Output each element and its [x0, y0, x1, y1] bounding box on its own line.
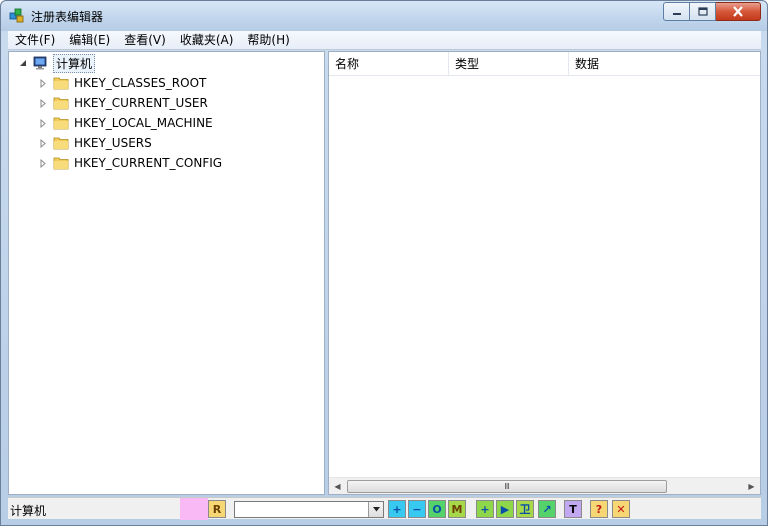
- values-pane[interactable]: 名称 类型 数据 ◀ Ⅲ ▶: [328, 51, 761, 495]
- r-button[interactable]: R: [208, 500, 226, 518]
- expand-arrow-icon[interactable]: [38, 98, 47, 108]
- scroll-right-icon[interactable]: ▶: [743, 478, 760, 495]
- tree-item-hkey-classes-root[interactable]: HKEY_CLASSES_ROOT: [38, 74, 206, 92]
- horizontal-scrollbar[interactable]: ◀ Ⅲ ▶: [329, 477, 760, 494]
- tree-item-hkey-users[interactable]: HKEY_USERS: [38, 134, 152, 152]
- tree-item-label: HKEY_CLASSES_ROOT: [74, 76, 207, 90]
- menu-help[interactable]: 帮助(H): [240, 31, 296, 50]
- r-icon: R: [212, 502, 222, 516]
- title-bar[interactable]: 注册表编辑器: [1, 1, 767, 31]
- close-button[interactable]: [716, 2, 761, 21]
- m-button[interactable]: M: [448, 500, 466, 518]
- column-header-type[interactable]: 类型: [449, 52, 569, 76]
- scroll-left-icon[interactable]: ◀: [329, 478, 346, 495]
- computer-icon: [33, 56, 47, 70]
- minus-button[interactable]: −: [408, 500, 426, 518]
- m-icon: M: [451, 502, 463, 516]
- folder-icon: [53, 137, 69, 150]
- wei-icon: 卫: [519, 503, 531, 516]
- plus-button[interactable]: +: [388, 500, 406, 518]
- tree-item-computer[interactable]: 计算机: [18, 53, 96, 73]
- folder-icon: [53, 97, 69, 110]
- column-header-data[interactable]: 数据: [569, 52, 760, 76]
- expand-arrow-icon[interactable]: [38, 138, 47, 148]
- play-icon: ▶: [500, 502, 510, 516]
- registry-editor-window: 注册表编辑器 文件(F) 编辑(E) 查看(V) 收藏夹(A) 帮助(H) 计算…: [0, 0, 768, 526]
- search-combo[interactable]: [234, 501, 384, 518]
- status-path: 计算机: [10, 504, 47, 518]
- close-red-icon: ✕: [616, 502, 626, 516]
- tree-item-label: 计算机: [53, 53, 96, 73]
- maximize-button[interactable]: [690, 2, 716, 21]
- window-title: 注册表编辑器: [31, 10, 104, 24]
- collapse-arrow-icon[interactable]: [18, 59, 27, 68]
- minimize-button[interactable]: [663, 2, 690, 21]
- o-icon: O: [432, 502, 442, 516]
- help-red-icon: ?: [595, 502, 603, 516]
- folder-icon: [53, 157, 69, 170]
- tree-item-label: HKEY_CURRENT_CONFIG: [74, 156, 223, 170]
- expand-arrow-icon[interactable]: [38, 78, 47, 88]
- wei-button[interactable]: 卫: [516, 500, 534, 518]
- tree-item-label: HKEY_USERS: [74, 136, 152, 150]
- arrow-button[interactable]: ↗: [538, 500, 556, 518]
- menu-file[interactable]: 文件(F): [8, 31, 62, 50]
- list-header: 名称 类型 数据: [329, 52, 760, 76]
- minimize-icon: [672, 12, 681, 15]
- tree-item-hkey-current-config[interactable]: HKEY_CURRENT_CONFIG: [38, 154, 222, 172]
- tree-item-hkey-current-user[interactable]: HKEY_CURRENT_USER: [38, 94, 208, 112]
- add-green-icon: +: [480, 502, 490, 516]
- plus-icon: +: [392, 502, 402, 516]
- tree-item-label: HKEY_LOCAL_MACHINE: [74, 116, 213, 130]
- status-panel: [180, 498, 208, 520]
- play-button[interactable]: ▶: [496, 500, 514, 518]
- help-red-button[interactable]: ?: [590, 500, 608, 518]
- combo-dropdown-icon[interactable]: [368, 502, 383, 517]
- t-button[interactable]: T: [564, 500, 582, 518]
- scroll-thumb[interactable]: Ⅲ: [347, 480, 667, 493]
- registry-editor-app-icon: [9, 8, 24, 23]
- expand-arrow-icon[interactable]: [38, 118, 47, 128]
- tree-item-hkey-local-machine[interactable]: HKEY_LOCAL_MACHINE: [38, 114, 213, 132]
- maximize-icon: [697, 6, 708, 16]
- column-header-name[interactable]: 名称: [329, 52, 449, 76]
- arrow-icon: ↗: [542, 502, 552, 516]
- t-icon: T: [569, 502, 577, 516]
- close-icon: [733, 6, 743, 17]
- menu-view[interactable]: 查看(V): [117, 31, 173, 50]
- tree-pane[interactable]: 计算机 HKEY_CLASSES_ROOT HKEY_CURRENT_USER …: [8, 51, 325, 495]
- menu-favorites[interactable]: 收藏夹(A): [173, 31, 241, 50]
- minus-icon: −: [412, 502, 422, 516]
- expand-arrow-icon[interactable]: [38, 158, 47, 168]
- folder-icon: [53, 117, 69, 130]
- menu-bar: 文件(F) 编辑(E) 查看(V) 收藏夹(A) 帮助(H): [8, 31, 761, 50]
- folder-icon: [53, 77, 69, 90]
- caption-buttons: [663, 2, 761, 22]
- add-green-button[interactable]: +: [476, 500, 494, 518]
- menu-edit[interactable]: 编辑(E): [62, 31, 117, 50]
- tree-item-label: HKEY_CURRENT_USER: [74, 96, 208, 110]
- close-red-button[interactable]: ✕: [612, 500, 630, 518]
- status-bar: 计算机 R + − O M + ▶ 卫 ↗ T ? ✕: [8, 497, 761, 520]
- o-button[interactable]: O: [428, 500, 446, 518]
